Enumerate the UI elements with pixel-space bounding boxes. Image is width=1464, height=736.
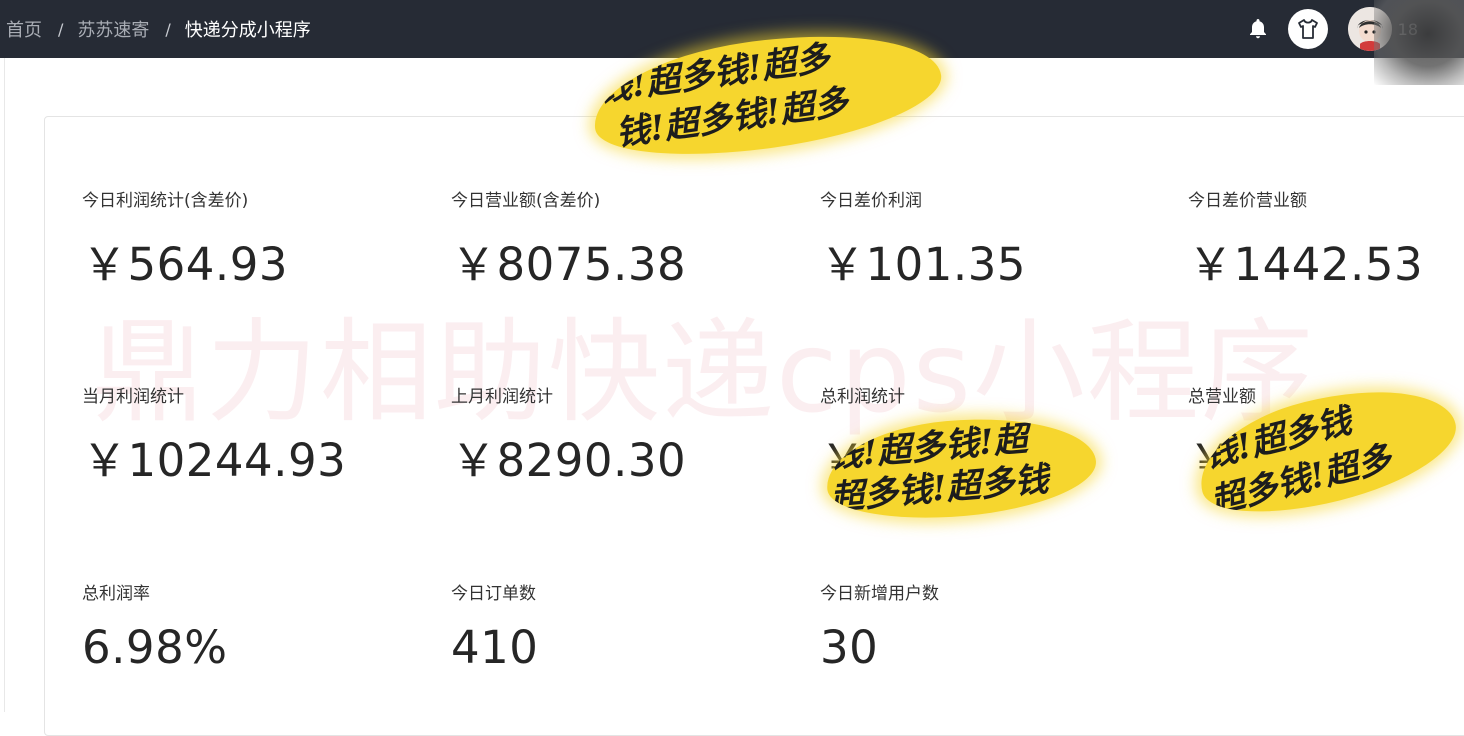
stat-today-new-users: 今日新增用户数 30 (820, 579, 939, 674)
stat-value: ￥ (820, 434, 866, 487)
stat-value: 30 (820, 621, 879, 674)
stat-label: 上月利润统计 (451, 387, 553, 407)
stat-value: ￥10244.93 (82, 434, 347, 487)
stat-value: 410 (451, 621, 539, 674)
stat-value: ￥8290.30 (451, 434, 687, 487)
stat-value: 6.98% (82, 621, 228, 674)
stat-value: ￥8075.38 (451, 238, 687, 291)
stat-label: 总营业额 (1188, 387, 1256, 407)
stat-label: 今日新增用户数 (820, 584, 939, 604)
stat-today-diff-revenue: 今日差价营业额 ￥1442.53 (1188, 186, 1423, 293)
stat-today-revenue: 今日营业额(含差价) ￥8075.38 (451, 186, 686, 293)
breadcrumb-current-page: 快递分成小程序 (184, 20, 311, 41)
bell-icon[interactable] (1246, 17, 1270, 41)
stat-label: 今日利润统计(含差价) (82, 191, 249, 211)
breadcrumb-home[interactable]: 首页 (6, 16, 42, 42)
breadcrumb-separator: / (58, 19, 64, 39)
stat-label: 当月利润统计 (82, 387, 184, 407)
stat-total-profit-rate: 总利润率 6.98% (82, 579, 227, 674)
breadcrumb-separator: / (165, 19, 171, 39)
stat-total-profit: 总利润统计 ￥ (820, 382, 905, 489)
stat-today-profit: 今日利润统计(含差价) ￥564.93 (82, 186, 288, 293)
stat-label: 今日差价营业额 (1188, 191, 1307, 211)
stat-month-profit: 当月利润统计 ￥10244.93 (82, 382, 346, 489)
stat-label: 今日差价利润 (820, 191, 922, 211)
stat-label: 今日营业额(含差价) (451, 191, 601, 211)
stat-value: ￥ (1188, 434, 1234, 487)
stat-value: ￥101.35 (820, 238, 1026, 291)
breadcrumb: 首页 / 苏苏速寄 / 快递分成小程序 (6, 0, 311, 58)
top-navbar: 首页 / 苏苏速寄 / 快递分成小程序 18 (0, 0, 1464, 85)
stat-value: ￥1442.53 (1188, 238, 1424, 291)
sidebar-divider (4, 58, 5, 712)
stat-total-revenue: 总营业额 ￥ (1188, 382, 1256, 489)
breadcrumb-store[interactable]: 苏苏速寄 (77, 16, 149, 42)
stat-value: ￥564.93 (82, 238, 288, 291)
stat-today-diff-profit: 今日差价利润 ￥101.35 (820, 186, 1026, 293)
stat-label: 总利润统计 (820, 387, 905, 407)
theme-button[interactable] (1287, 9, 1328, 49)
tshirt-icon (1297, 19, 1318, 39)
stat-last-month-profit: 上月利润统计 ￥8290.30 (451, 382, 686, 489)
stat-label: 今日订单数 (451, 584, 536, 604)
stat-today-orders: 今日订单数 410 (451, 579, 538, 674)
stat-label: 总利润率 (82, 584, 150, 604)
redaction-scribble (1374, 0, 1464, 85)
